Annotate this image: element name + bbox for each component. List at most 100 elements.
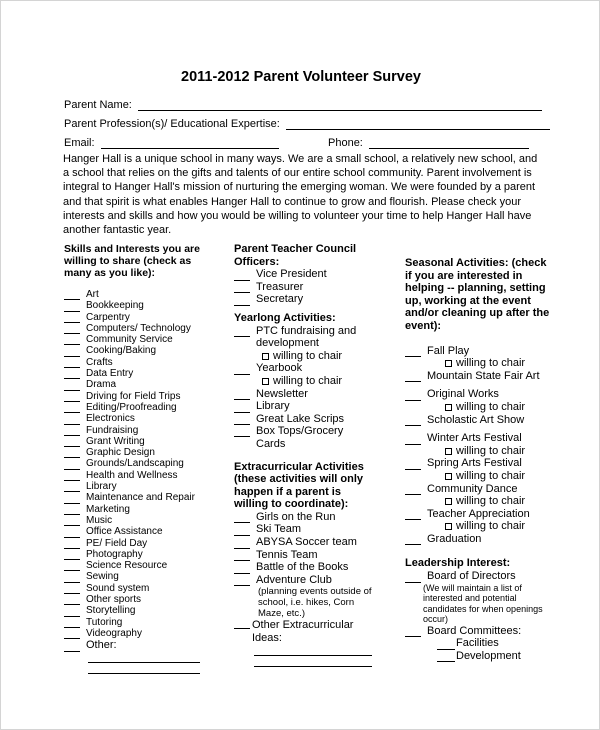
checkbox-line[interactable] [64, 460, 80, 470]
checkbox-line[interactable] [64, 550, 80, 561]
checkbox-line[interactable] [405, 372, 421, 383]
checkbox-line[interactable] [64, 471, 80, 482]
checkbox-line[interactable] [405, 510, 421, 521]
chair-checkbox[interactable] [445, 497, 452, 505]
checkbox-line[interactable] [405, 485, 421, 496]
checkbox-line[interactable] [64, 618, 80, 628]
checkbox-line[interactable] [234, 415, 250, 426]
list-item-vice-president: Vice President [234, 268, 394, 281]
email-input[interactable] [100, 138, 279, 149]
checkbox-line[interactable] [405, 535, 421, 546]
item-label: Marketing [86, 503, 130, 515]
checkbox-line[interactable] [64, 482, 80, 493]
checkbox-line[interactable] [64, 595, 80, 606]
checkbox-line[interactable] [64, 392, 80, 402]
list-item-marketing: Marketing [64, 504, 224, 515]
checkbox-line[interactable] [64, 347, 80, 357]
checkbox-line[interactable] [234, 271, 250, 281]
item-label: Sewing [86, 571, 119, 583]
item-label: Scholastic Art Show [427, 413, 525, 426]
list-item-box-tops-grocery-cards: Box Tops/Grocery Cards [234, 425, 394, 450]
checkbox-line[interactable] [405, 460, 421, 470]
chair-label: willing to chair [456, 400, 526, 413]
checkbox-line[interactable] [64, 403, 80, 414]
checkbox-line[interactable] [234, 327, 250, 337]
middle-column: Parent Teacher Council Officers: Vice Pr… [234, 243, 394, 667]
checkbox-line[interactable] [234, 283, 250, 294]
checkbox-line[interactable] [405, 416, 421, 427]
checkbox-line[interactable] [64, 302, 80, 312]
checkbox-line[interactable] [405, 347, 421, 358]
checkbox-line[interactable] [437, 640, 455, 650]
phone-input[interactable] [368, 138, 529, 149]
checkbox-line[interactable] [234, 513, 250, 524]
skills-other-label: Other: [86, 639, 117, 652]
checkbox-line[interactable] [64, 358, 80, 369]
checkbox-line[interactable] [64, 335, 80, 346]
item-label: Vice President [256, 268, 327, 281]
checkbox-line[interactable] [234, 365, 250, 375]
chair-label: willing to chair [456, 520, 526, 533]
chair-checkbox[interactable] [262, 377, 269, 385]
chair-checkbox[interactable] [445, 359, 452, 367]
skills-other-line-1[interactable] [88, 652, 200, 663]
checkbox-line[interactable] [405, 627, 421, 638]
checkbox-line[interactable] [64, 629, 80, 640]
checkbox-line[interactable] [405, 391, 421, 401]
checkbox-line[interactable] [234, 619, 250, 630]
checkbox-line[interactable] [64, 290, 80, 301]
extracurricular-other-line-1[interactable] [254, 645, 372, 656]
checkbox-line[interactable] [234, 551, 250, 562]
checkbox-line[interactable] [437, 652, 455, 663]
checkbox-line[interactable] [64, 369, 80, 380]
chair-checkbox[interactable] [445, 472, 452, 480]
checkbox-line[interactable] [64, 494, 80, 504]
checkbox-line[interactable] [234, 526, 250, 537]
parent-name-input[interactable] [137, 100, 542, 111]
checkbox-line[interactable] [64, 324, 80, 335]
profession-input[interactable] [285, 119, 550, 130]
item-label: Grant Writing [86, 435, 145, 447]
list-item-original-works: Original Works [405, 388, 565, 401]
checkbox-line[interactable] [405, 435, 421, 445]
checkbox-line[interactable] [234, 427, 250, 438]
chair-checkbox[interactable] [445, 447, 452, 455]
checkbox-line[interactable] [64, 573, 80, 583]
checkbox-line[interactable] [234, 390, 250, 401]
extracurricular-other-line-2[interactable] [254, 656, 372, 667]
checkbox-line[interactable] [64, 448, 80, 459]
chair-checkbox[interactable] [445, 523, 452, 531]
list-item-grounds-landscaping: Grounds/Landscaping [64, 458, 224, 470]
item-label: Health and Wellness [86, 469, 178, 481]
willing-to-chair-option: willing to chair [234, 375, 394, 388]
checkbox-line[interactable] [64, 437, 80, 448]
checkbox-line[interactable] [234, 539, 250, 549]
checkbox-line[interactable] [64, 528, 80, 538]
checkbox-line[interactable] [64, 415, 80, 425]
checkbox-line[interactable] [64, 607, 80, 617]
checkbox-line[interactable] [64, 642, 80, 652]
checkbox-line[interactable] [64, 381, 80, 391]
checkbox-line[interactable] [64, 584, 80, 595]
yearlong-header: Yearlong Activities: [234, 311, 336, 324]
checkbox-line[interactable] [64, 539, 80, 549]
parent-name-field: Parent Name: [64, 97, 542, 111]
checkbox-line[interactable] [234, 564, 250, 574]
checkbox-line[interactable] [64, 516, 80, 527]
checkbox-line[interactable] [64, 313, 80, 323]
willing-to-chair-option: willing to chair [405, 357, 565, 370]
checkbox-line[interactable] [405, 573, 421, 583]
skills-other-line-2[interactable] [88, 663, 200, 674]
item-label: PE/ Field Day [86, 537, 148, 549]
chair-checkbox[interactable] [262, 352, 269, 360]
checkbox-line[interactable] [234, 576, 250, 587]
item-label: Original Works [427, 388, 499, 401]
checkbox-line[interactable] [64, 561, 80, 572]
checkbox-line[interactable] [234, 296, 250, 306]
list-item-health-and-wellness: Health and Wellness [64, 469, 224, 482]
list-item-maintenance-and-repair: Maintenance and Repair [64, 492, 224, 504]
checkbox-line[interactable] [64, 505, 80, 515]
checkbox-line[interactable] [64, 426, 80, 436]
checkbox-line[interactable] [234, 403, 250, 413]
chair-checkbox[interactable] [445, 403, 452, 411]
